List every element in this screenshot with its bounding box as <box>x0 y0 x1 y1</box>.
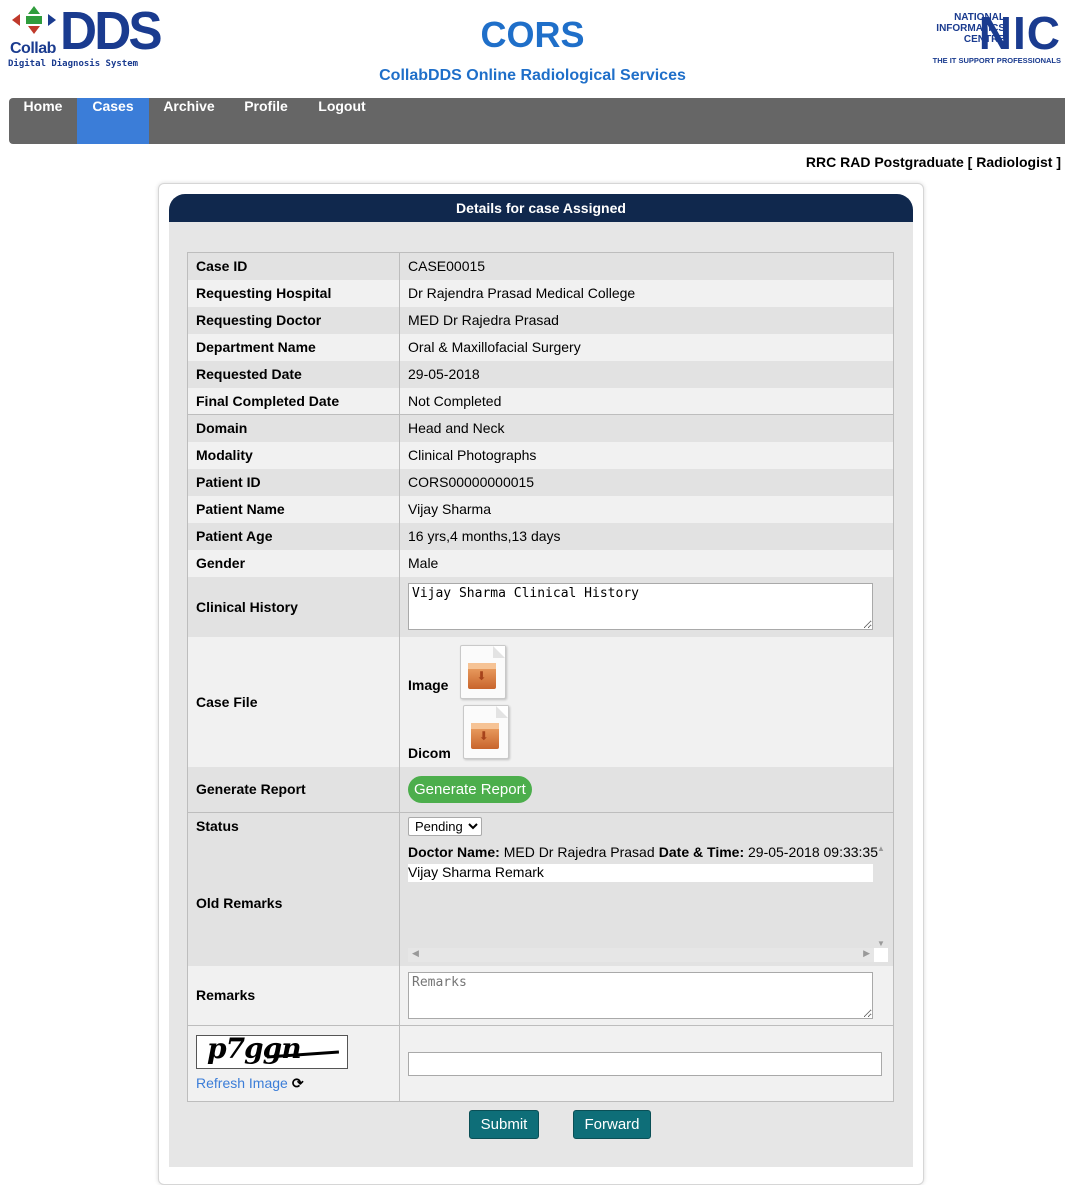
table-row: Domain Head and Neck <box>187 414 894 442</box>
vertical-scrollbar[interactable]: ▲ ▼ <box>874 844 888 948</box>
table-row: Modality Clinical Photographs <box>187 441 894 469</box>
table-row: Final Completed Date Not Completed <box>187 387 894 415</box>
nic-tagline: THE IT SUPPORT PROFESSIONALS <box>932 56 1061 65</box>
refresh-icon[interactable]: ⟳ <box>292 1075 304 1091</box>
table-row: Patient Name Vijay Sharma <box>187 495 894 523</box>
old-remarks-row: Old Remarks Doctor Name: MED Dr Rajedra … <box>187 839 894 966</box>
table-row: Patient Age 16 yrs,4 months,13 days <box>187 522 894 550</box>
nav-cases[interactable]: Cases <box>77 98 149 144</box>
nic-letters: NIC <box>978 7 1061 59</box>
table-row: Requesting Hospital Dr Rajendra Prasad Me… <box>187 279 894 307</box>
clinical-history-row: Clinical History Vijay Sharma Clinical H… <box>187 576 894 637</box>
table-row: Department Name Oral & Maxillofacial Surg… <box>187 333 894 361</box>
captcha-row: p7ggn Refresh Image ⟳ <box>187 1025 894 1102</box>
horizontal-scrollbar[interactable]: ◀ ▶ <box>408 947 874 962</box>
captcha-input[interactable] <box>408 1051 882 1076</box>
image-file-item: Image <box>408 644 885 699</box>
nic-logo: NATIONAL INFORMATICS CENTRE NIC THE IT S… <box>919 7 1061 68</box>
table-row: Case ID CASE00015 <box>187 252 894 280</box>
scrollbar-corner <box>874 947 888 962</box>
remark-doctor: Doctor Name: MED Dr Rajedra Prasad <box>408 843 655 860</box>
nav-archive[interactable]: Archive <box>149 98 229 144</box>
scroll-right-icon[interactable]: ▶ <box>863 948 870 959</box>
user-role-label: RRC RAD Postgraduate [ Radiologist ] <box>805 154 1061 170</box>
table-row: Requested Date 29-05-2018 <box>187 360 894 388</box>
status-select[interactable]: Pending <box>408 816 482 836</box>
case-file-row: Case File Image Dicom <box>187 636 894 767</box>
main-nav: Home Cases Archive Profile Logout <box>9 98 1065 144</box>
remarks-row: Remarks <box>187 965 894 1026</box>
site-title: CORS <box>480 14 585 55</box>
submit-button[interactable]: Submit <box>469 1110 539 1139</box>
dicom-file-item: Dicom <box>408 704 885 761</box>
status-row: Status Pending <box>187 812 894 840</box>
generate-report-row: Generate Report Generate Report <box>187 766 894 813</box>
remark-datetime: Date & Time: 29-05-2018 09:33:35 <box>658 843 878 860</box>
clinical-history-textarea[interactable]: Vijay Sharma Clinical History <box>408 583 873 630</box>
image-download-icon[interactable] <box>460 644 507 699</box>
captcha-image: p7ggn <box>196 1035 348 1069</box>
generate-report-button[interactable]: Generate Report <box>408 775 532 803</box>
site-subtitle: CollabDDS Online Radiological Services <box>379 67 686 84</box>
old-remarks-panel: Doctor Name: MED Dr Rajedra Prasad Date … <box>408 840 888 966</box>
nav-home[interactable]: Home <box>9 98 77 144</box>
scroll-down-icon[interactable]: ▼ <box>877 939 885 948</box>
table-row: Gender Male <box>187 549 894 577</box>
refresh-captcha-link[interactable]: Refresh Image ⟳ <box>196 1075 304 1092</box>
remark-text: Vijay Sharma Remark <box>408 863 873 882</box>
table-row: Requesting Doctor MED Dr Rajedra Prasad <box>187 306 894 334</box>
case-details-table: Case ID CASE00015 Requesting Hospital Dr R… <box>187 252 894 1102</box>
nav-logout[interactable]: Logout <box>303 98 381 144</box>
card-title: Details for case Assigned <box>169 194 913 222</box>
nav-profile[interactable]: Profile <box>229 98 303 144</box>
forward-button[interactable]: Forward <box>573 1110 651 1139</box>
table-row: Patient ID CORS00000000015 <box>187 468 894 496</box>
remarks-textarea[interactable] <box>408 971 873 1019</box>
dicom-download-icon[interactable] <box>462 704 509 759</box>
scroll-up-icon[interactable]: ▲ <box>877 844 885 853</box>
scroll-left-icon[interactable]: ◀ <box>412 948 419 959</box>
